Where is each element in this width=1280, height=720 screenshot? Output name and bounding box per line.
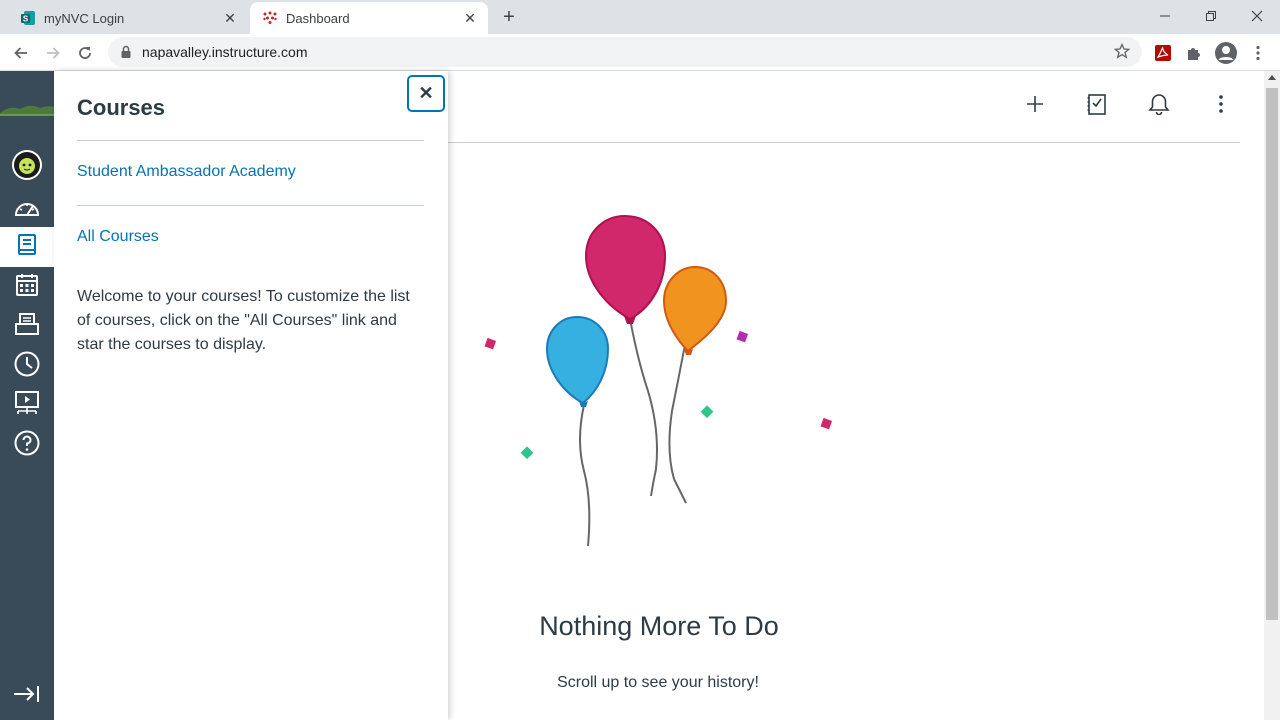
close-icon[interactable]: ✕ [220, 8, 240, 28]
inbox-icon [14, 312, 40, 341]
page-scrollbar[interactable] [1264, 71, 1280, 720]
minimize-button[interactable] [1142, 4, 1188, 28]
plus-icon [1026, 95, 1044, 118]
institution-logo[interactable] [0, 93, 54, 121]
empty-state-title: Nothing More To Do [539, 611, 779, 641]
notifications-button[interactable] [1144, 91, 1174, 121]
scroll-thumb[interactable] [1266, 88, 1278, 620]
avatar-icon [11, 149, 43, 186]
collapse-nav-button[interactable] [0, 678, 54, 714]
commons-icon [14, 390, 40, 421]
options-menu-button[interactable] [1206, 91, 1236, 121]
scroll-up-arrow-icon[interactable] [1268, 75, 1276, 80]
global-navigation [0, 71, 54, 720]
close-icon[interactable]: ✕ [460, 8, 480, 28]
new-tab-button[interactable]: + [498, 6, 520, 28]
dashboard-icon [13, 197, 41, 224]
restore-button[interactable] [1188, 4, 1234, 28]
extensions-puzzle-icon[interactable] [1180, 39, 1208, 67]
book-icon [16, 233, 38, 262]
kebab-icon [1219, 94, 1223, 118]
nav-inbox[interactable] [0, 306, 54, 346]
clock-icon [14, 351, 40, 382]
nav-courses[interactable] [0, 227, 54, 267]
balloons-illustration [448, 211, 948, 551]
reload-button[interactable] [71, 39, 99, 67]
forward-button[interactable] [39, 39, 67, 67]
header-divider [448, 142, 1240, 143]
nav-calendar[interactable] [0, 267, 54, 307]
nav-account[interactable] [0, 147, 54, 187]
sharepoint-icon: S [20, 10, 36, 26]
add-todo-button[interactable] [1020, 91, 1050, 121]
close-icon: ✕ [418, 83, 434, 103]
acrobat-extension-icon[interactable] [1149, 39, 1177, 67]
help-icon [14, 430, 40, 461]
address-bar[interactable]: napavalley.instructure.com [108, 37, 1142, 67]
empty-state-subtitle: Scroll up to see your history! [557, 674, 759, 691]
grades-button[interactable] [1082, 91, 1112, 121]
browser-tab-mynvc[interactable]: S myNVC Login ✕ [8, 2, 248, 34]
welcome-text: Welcome to your courses! To customize th… [77, 288, 410, 353]
svg-text:S: S [23, 15, 29, 24]
nav-history[interactable] [0, 346, 54, 386]
lock-icon [120, 45, 132, 64]
main-content: Nothing More To Do Scroll up to see your… [448, 71, 1264, 720]
todo-icon [1087, 93, 1107, 120]
divider [77, 140, 424, 141]
course-link[interactable]: Student Ambassador Academy [77, 163, 296, 181]
canvas-icon [262, 10, 278, 26]
profile-avatar-icon[interactable] [1212, 39, 1240, 67]
close-window-button[interactable] [1234, 4, 1280, 28]
url-text: napavalley.instructure.com [142, 44, 308, 60]
back-button[interactable] [7, 39, 35, 67]
nav-dashboard[interactable] [0, 190, 54, 230]
divider [77, 205, 424, 206]
browser-menu-icon[interactable] [1244, 39, 1272, 67]
nav-commons[interactable] [0, 385, 54, 425]
browser-tab-dashboard[interactable]: Dashboard ✕ [250, 2, 488, 34]
courses-tray: Courses ✕ Student Ambassador Academy All… [54, 71, 448, 720]
browser-tabbar: S myNVC Login ✕ Dashboard ✕ + [0, 0, 1280, 34]
calendar-icon [15, 273, 39, 302]
browser-toolbar: napavalley.instructure.com [0, 34, 1280, 71]
tab-title: Dashboard [286, 10, 350, 26]
all-courses-link[interactable]: All Courses [77, 228, 159, 246]
bell-icon [1148, 93, 1170, 120]
tab-title: myNVC Login [44, 10, 125, 26]
tray-title: Courses [77, 95, 166, 120]
bookmark-star-icon[interactable] [1113, 42, 1131, 64]
collapse-arrow-icon [13, 684, 41, 709]
close-tray-button[interactable]: ✕ [407, 75, 445, 112]
nav-help[interactable] [0, 425, 54, 465]
